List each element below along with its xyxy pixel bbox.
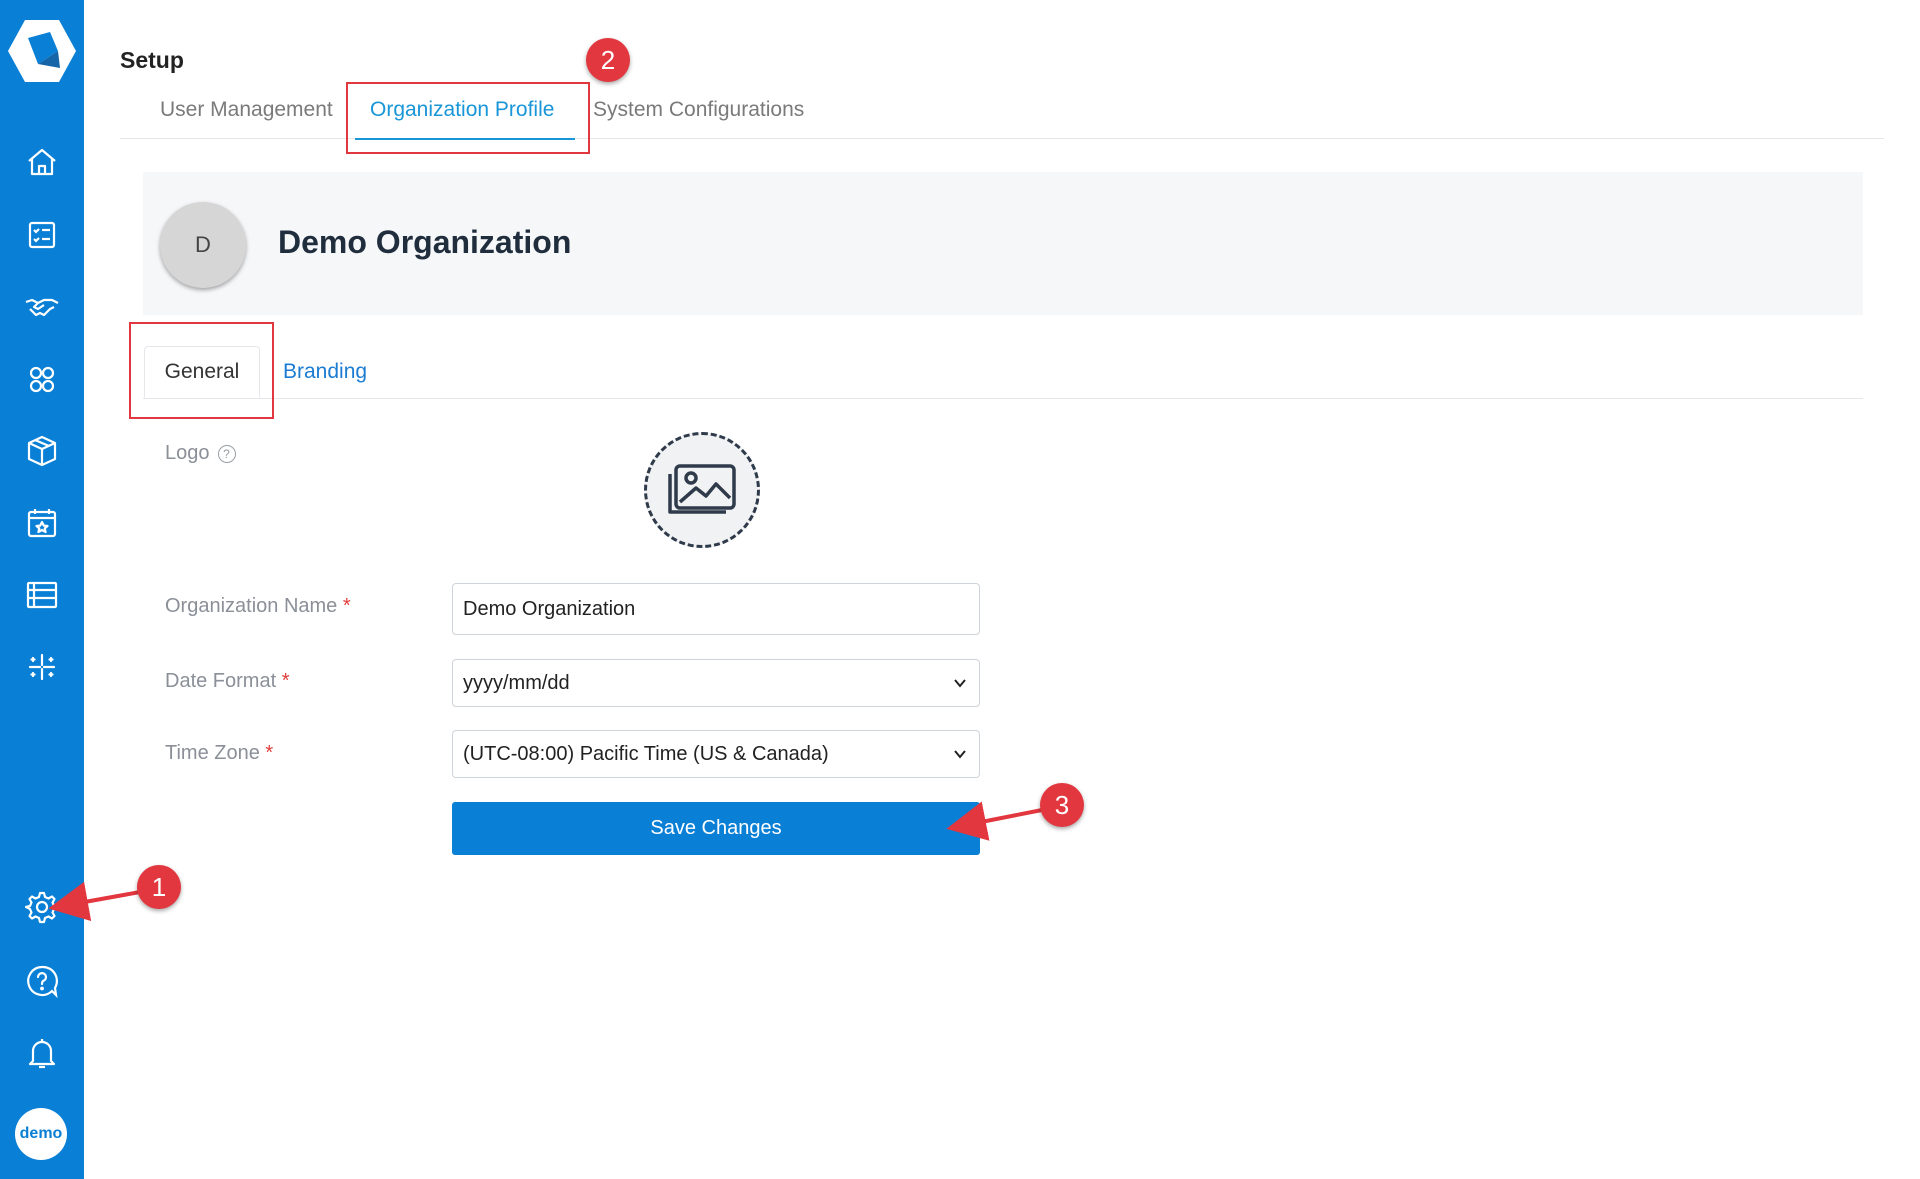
highlight-box-organization-profile [346,82,590,154]
user-avatar[interactable]: demo [15,1108,67,1160]
chevron-down-icon [954,750,966,759]
required-mark: * [265,742,274,764]
date-format-label-text: Date Format [165,670,277,692]
home-icon[interactable] [22,142,62,182]
logo-label: Logo? [165,442,236,465]
calendar-star-icon[interactable] [22,503,62,543]
time-zone-label-text: Time Zone [165,742,260,764]
help-chat-icon[interactable] [22,961,62,1001]
table-icon[interactable] [22,575,62,615]
gear-icon[interactable] [22,887,62,927]
box-icon[interactable] [22,431,62,471]
tab-user-management[interactable]: User Management [160,98,333,122]
image-icon [668,464,736,514]
time-zone-label: Time Zone * [165,742,273,765]
logo-upload[interactable] [644,432,760,548]
checklist-icon[interactable] [22,215,62,255]
help-icon[interactable]: ? [217,444,236,463]
organization-name-field[interactable]: Demo Organization [452,583,980,635]
organization-name-value: Demo Organization [463,597,636,620]
tab-branding[interactable]: Branding [283,360,367,384]
page-title: Setup [120,47,184,73]
highlight-box-general [129,322,274,419]
time-zone-value: (UTC-08:00) Pacific Time (US & Canada) [463,742,829,765]
date-format-select[interactable]: yyyy/mm/dd [452,659,980,707]
sparkle-icon[interactable] [22,647,62,687]
handshake-icon[interactable] [22,287,62,327]
group-icon[interactable] [22,359,62,399]
bell-icon[interactable] [22,1033,62,1073]
time-zone-select[interactable]: (UTC-08:00) Pacific Time (US & Canada) [452,730,980,778]
subtabs-divider [143,398,1863,399]
callout-3: 3 [1040,783,1084,827]
organization-name-label: Organization Name * [165,595,351,618]
date-format-label: Date Format * [165,670,290,693]
organization-name-heading: Demo Organization [278,224,572,260]
required-mark: * [281,670,290,692]
logo-label-text: Logo [165,442,210,464]
tab-system-configurations[interactable]: System Configurations [593,98,804,122]
app-logo-icon[interactable] [8,18,76,84]
required-mark: * [342,595,351,617]
callout-1: 1 [137,865,181,909]
chevron-down-icon [954,679,966,688]
organization-avatar[interactable]: D [160,202,246,288]
organization-name-label-text: Organization Name [165,595,338,617]
callout-2: 2 [586,38,630,82]
save-changes-button[interactable]: Save Changes [452,802,980,855]
date-format-value: yyyy/mm/dd [463,671,570,694]
sidebar: demo [0,0,84,1179]
